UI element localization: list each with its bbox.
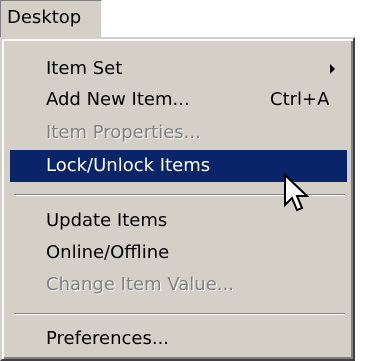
menu-item-online-offline[interactable]: Online/Offline <box>10 237 347 269</box>
menu-item-item-set[interactable]: Item Set <box>10 53 347 85</box>
menubar-desktop-label: Desktop <box>7 7 82 28</box>
menubar-desktop[interactable]: Desktop <box>0 0 102 37</box>
menu-separator <box>14 313 345 315</box>
menu-item-preferences[interactable]: Preferences... <box>10 323 347 355</box>
menu-item-label: Preferences... <box>46 328 170 349</box>
menu-item-label: Lock/Unlock Items <box>46 155 211 176</box>
menu-item-item-properties: Item Properties... <box>10 117 347 149</box>
menu-item-label: Change Item Value... <box>46 274 234 295</box>
submenu-arrow-icon <box>330 64 335 74</box>
menu-item-label: Online/Offline <box>46 242 170 263</box>
menu-item-label: Item Properties... <box>46 122 201 143</box>
menu-item-shortcut: Ctrl+A <box>270 89 330 110</box>
menu-item-label: Add New Item... <box>46 89 190 110</box>
mouse-pointer-icon <box>284 173 309 212</box>
menu-item-add-new-item[interactable]: Add New Item... Ctrl+A <box>10 84 347 116</box>
menu-item-change-item-value: Change Item Value... <box>10 269 347 301</box>
menu-item-label: Update Items <box>46 210 168 231</box>
menu-item-label: Item Set <box>46 58 123 79</box>
